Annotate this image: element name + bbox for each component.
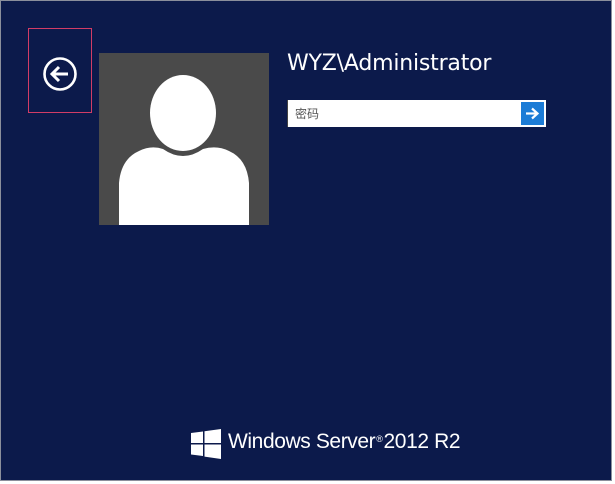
right-arrow-icon <box>526 107 540 120</box>
product-name-text: Windows Server <box>228 430 376 453</box>
password-field-container <box>287 100 546 127</box>
registered-mark: ® <box>376 434 383 444</box>
submit-button[interactable] <box>521 102 544 125</box>
back-arrow-icon <box>43 57 77 91</box>
user-avatar <box>99 53 269 225</box>
username-label: WYZ\Administrator <box>287 51 492 76</box>
back-button[interactable] <box>28 28 92 113</box>
product-name: Windows Server®2012 R2 <box>228 430 461 454</box>
password-input[interactable] <box>287 100 520 127</box>
product-version: 2012 R2 <box>383 430 461 453</box>
user-silhouette-icon <box>119 75 249 225</box>
login-screen: WYZ\Administrator Windows Server®2012 R2 <box>0 0 612 481</box>
windows-logo-icon <box>191 429 221 459</box>
